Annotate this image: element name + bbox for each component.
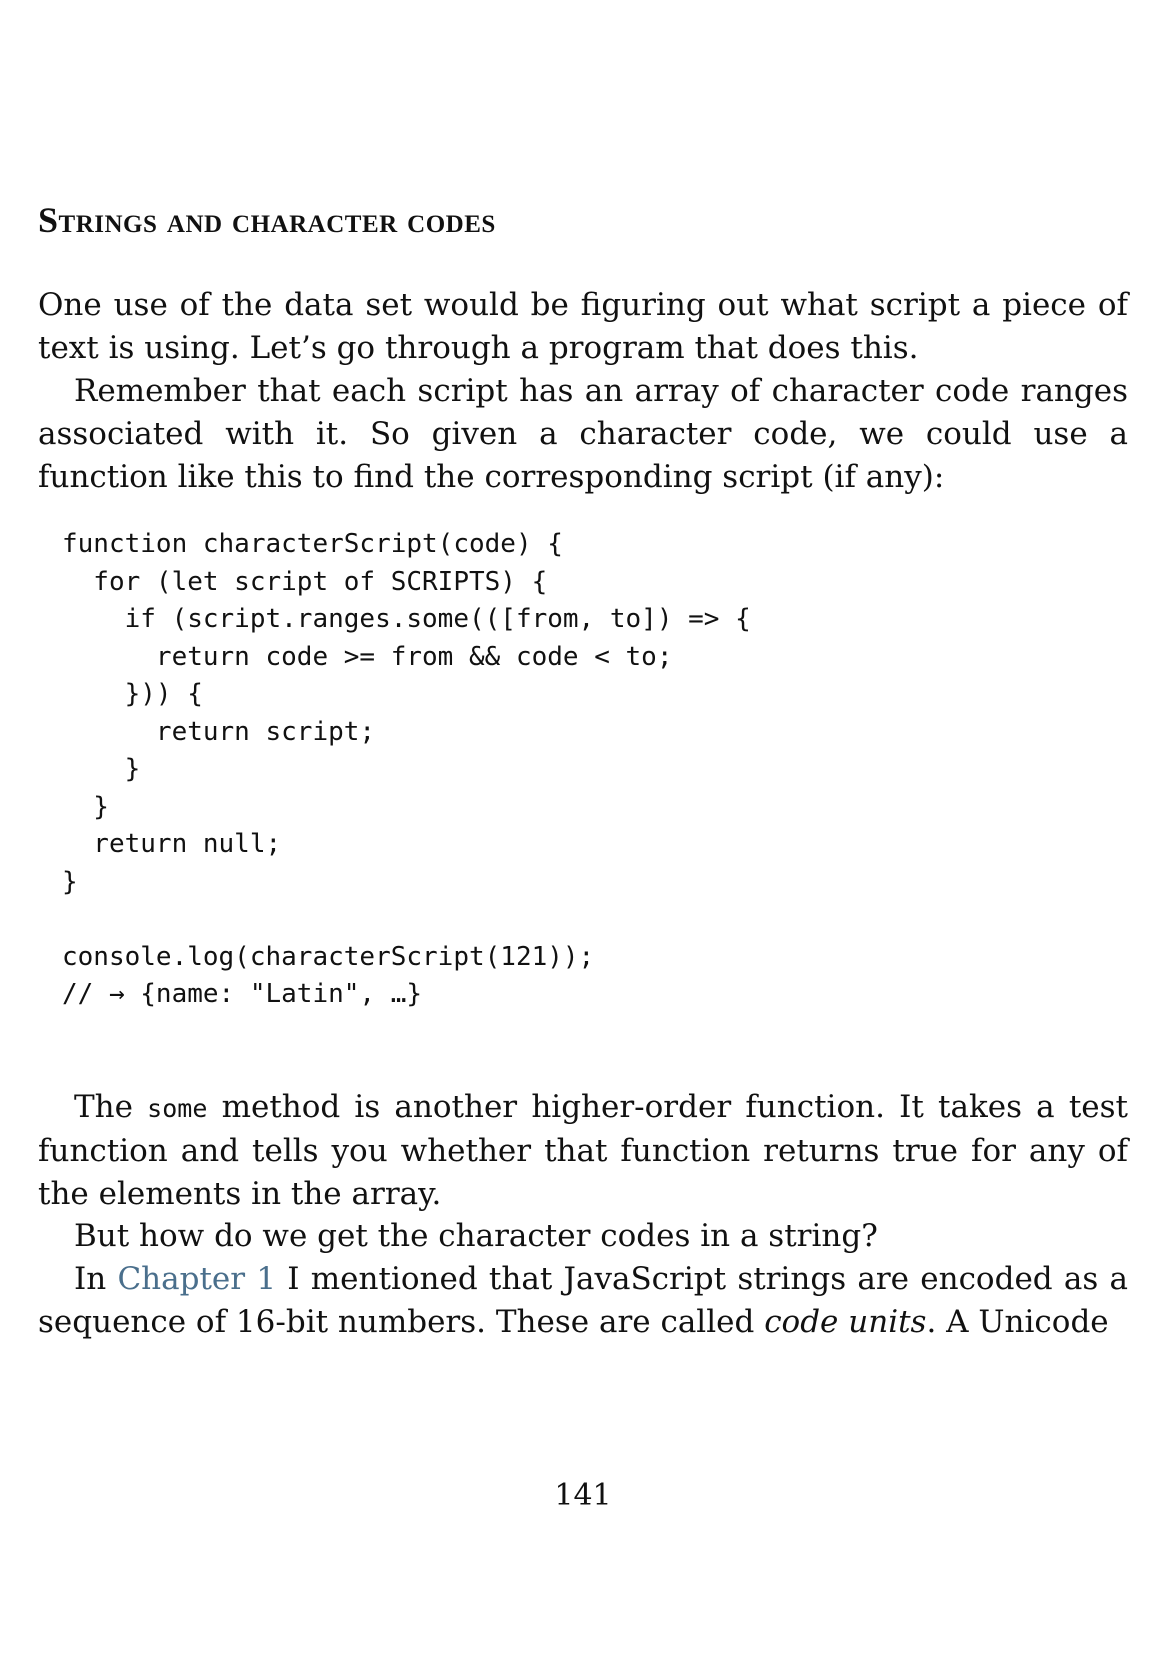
code-units-paragraph: In Chapter 1 I mentioned that JavaScript… [38, 1258, 1128, 1344]
p5-text-after: . A Unicode [926, 1304, 1109, 1340]
chapter-1-link[interactable]: Chapter 1 [117, 1261, 276, 1297]
intro-paragraph: One use of the data set would be figurin… [38, 287, 1128, 366]
section-heading: Strings and character codes [38, 200, 496, 240]
p5-text-before: In [74, 1261, 118, 1297]
book-page: Strings and character codes One use of t… [38, 0, 1128, 1654]
some-method-paragraph: The some method is another higher-order … [38, 1086, 1128, 1216]
p3-text-before: The [74, 1089, 148, 1125]
code-block: function characterScript(code) { for (le… [62, 529, 751, 1009]
code-units-term: code units [764, 1304, 927, 1340]
ranges-paragraph: Remember that each script has an array o… [38, 373, 1128, 495]
inline-code-some: some [147, 1094, 208, 1123]
page-number: 141 [554, 1478, 612, 1513]
question-paragraph: But how do we get the character codes in… [74, 1218, 878, 1254]
